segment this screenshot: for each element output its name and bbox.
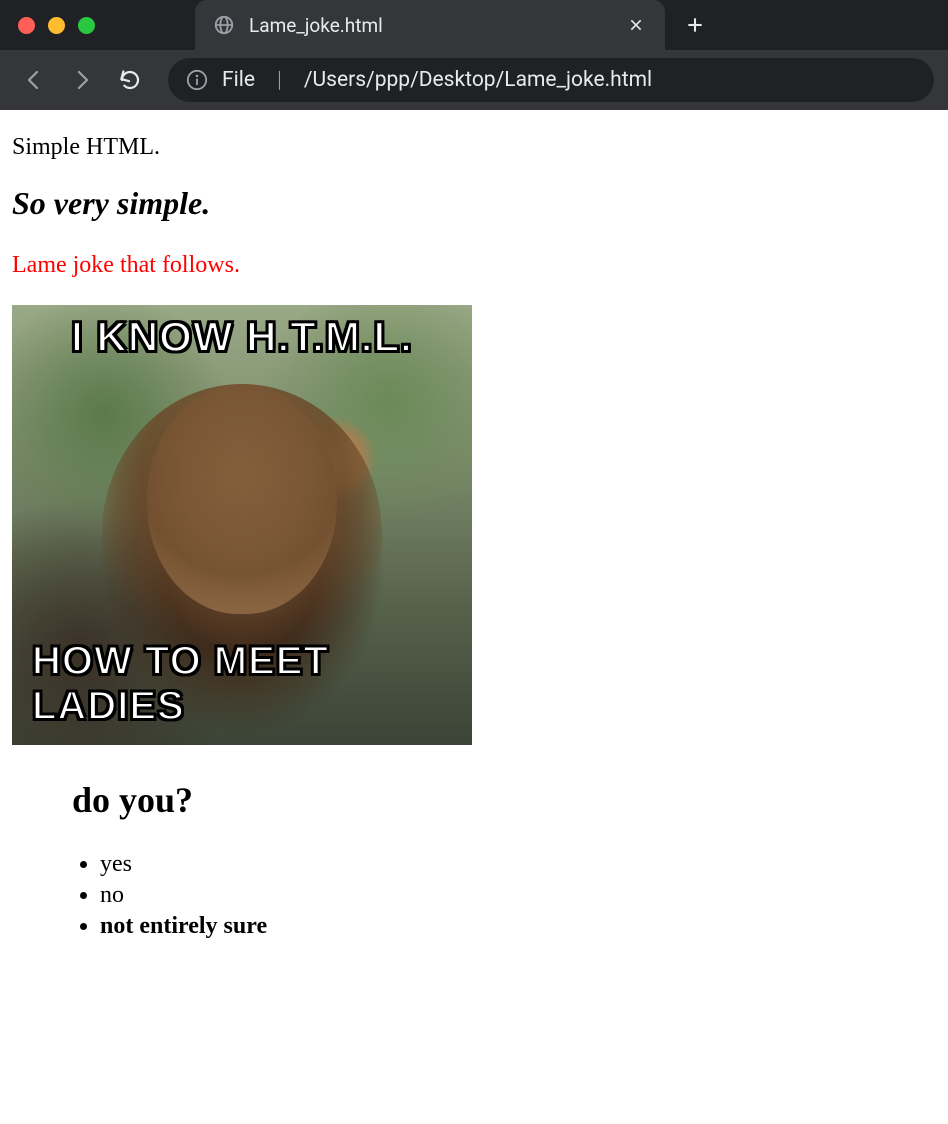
globe-icon: [213, 14, 235, 36]
forward-button[interactable]: [62, 60, 102, 100]
new-tab-button[interactable]: [675, 5, 715, 45]
list-item: no: [100, 882, 936, 909]
tab-title: Lame_joke.html: [249, 14, 611, 37]
close-window-button[interactable]: [18, 17, 35, 34]
page-content: Simple HTML. So very simple. Lame joke t…: [0, 110, 948, 956]
browser-chrome: Lame_joke.html File | /Users/ppp/Desktop…: [0, 0, 948, 110]
url-separator: |: [269, 68, 290, 93]
meme-caption-bottom: HOW TO MEET LADIES: [12, 639, 472, 729]
address-bar[interactable]: File | /Users/ppp/Desktop/Lame_joke.html: [168, 58, 934, 102]
browser-tab[interactable]: Lame_joke.html: [195, 0, 665, 50]
close-tab-icon[interactable]: [625, 14, 647, 36]
url-path: /Users/ppp/Desktop/Lame_joke.html: [304, 68, 652, 92]
list-item: yes: [100, 851, 936, 878]
paragraph-2: So very simple.: [12, 185, 936, 222]
paragraph-3: Lame joke that follows.: [12, 252, 936, 279]
answer-list: yes no not entirely sure: [76, 851, 936, 940]
meme-caption-top: I KNOW H.T.M.L.: [12, 313, 472, 361]
meme-image: I KNOW H.T.M.L. HOW TO MEET LADIES: [12, 305, 472, 745]
list-item: not entirely sure: [100, 913, 936, 940]
question-heading: do you?: [72, 779, 936, 821]
url-scheme: File: [222, 68, 255, 92]
tab-bar: Lame_joke.html: [0, 0, 948, 50]
maximize-window-button[interactable]: [78, 17, 95, 34]
info-icon[interactable]: [186, 69, 208, 91]
minimize-window-button[interactable]: [48, 17, 65, 34]
reload-button[interactable]: [110, 60, 150, 100]
toolbar: File | /Users/ppp/Desktop/Lame_joke.html: [0, 50, 948, 110]
paragraph-1: Simple HTML.: [12, 134, 936, 161]
window-controls: [18, 17, 95, 34]
back-button[interactable]: [14, 60, 54, 100]
